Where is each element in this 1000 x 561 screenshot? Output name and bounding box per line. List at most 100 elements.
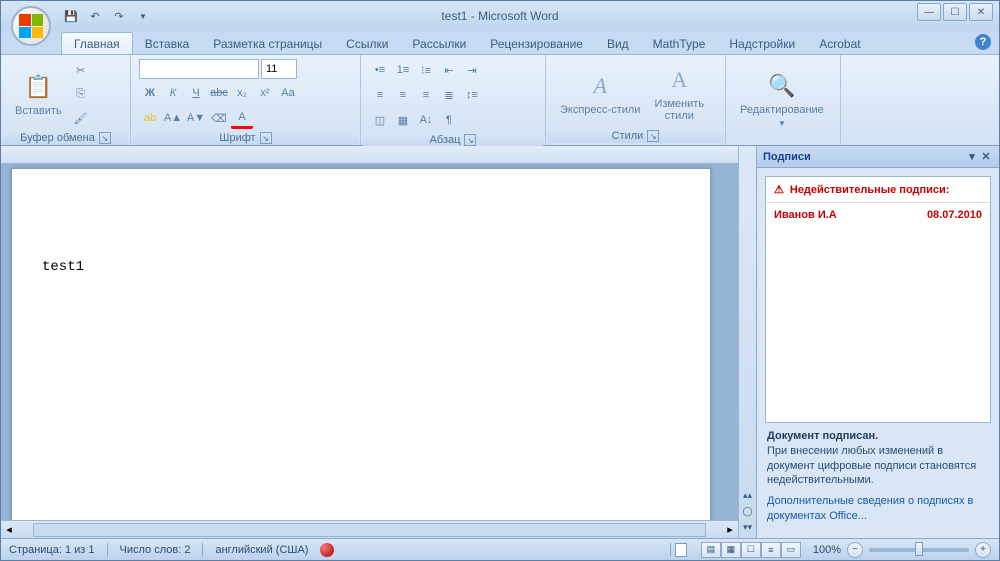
- align-right-icon[interactable]: ≡: [415, 84, 437, 106]
- zoom-control: 100% − +: [813, 542, 991, 558]
- numbering-icon[interactable]: 1≡: [392, 59, 414, 81]
- indent-inc-icon[interactable]: ⇥: [461, 59, 483, 81]
- document-signed-msg: Документ подписан.: [767, 429, 989, 444]
- signature-row[interactable]: Иванов И.А 08.07.2010: [766, 203, 990, 227]
- zoom-value[interactable]: 100%: [813, 544, 841, 556]
- paragraph-launcher[interactable]: ↘: [464, 134, 476, 146]
- superscript-icon[interactable]: x²: [254, 82, 276, 104]
- zoom-out-button[interactable]: −: [847, 542, 863, 558]
- help-icon[interactable]: ?: [975, 34, 991, 50]
- paste-button[interactable]: 📋 Вставить: [9, 69, 68, 119]
- clipboard-icon: 📋: [22, 71, 54, 103]
- font-size-input[interactable]: [261, 59, 297, 79]
- office-logo-icon: [19, 14, 43, 38]
- bullets-icon[interactable]: •≡: [369, 59, 391, 81]
- office-button[interactable]: [11, 6, 51, 46]
- quick-styles-button[interactable]: A Экспресс-стили: [554, 68, 646, 118]
- cut-icon[interactable]: ✂: [70, 59, 92, 81]
- group-font-label: Шрифт: [219, 132, 255, 144]
- bold-icon[interactable]: Ж: [139, 82, 161, 104]
- tab-view[interactable]: Вид: [595, 33, 641, 54]
- indent-dec-icon[interactable]: ⇤: [438, 59, 460, 81]
- multilevel-icon[interactable]: ⁝≡: [415, 59, 437, 81]
- tab-pagelayout[interactable]: Разметка страницы: [201, 33, 334, 54]
- align-center-icon[interactable]: ≡: [392, 84, 414, 106]
- change-case-icon[interactable]: Aa: [277, 82, 299, 104]
- web-view-icon[interactable]: ☐: [741, 542, 761, 558]
- underline-icon[interactable]: Ч: [185, 82, 207, 104]
- taskpane-menu-icon[interactable]: ▾: [965, 150, 979, 163]
- font-launcher[interactable]: ↘: [260, 132, 272, 144]
- draft-view-icon[interactable]: ▭: [781, 542, 801, 558]
- taskpane-close-icon[interactable]: ✕: [979, 150, 993, 163]
- tab-review[interactable]: Рецензирование: [478, 33, 595, 54]
- format-painter-icon[interactable]: 🖌: [70, 107, 92, 129]
- sort-icon[interactable]: A↓: [415, 109, 437, 131]
- view-buttons: ▤ ▦ ☐ ≡ ▭: [701, 542, 801, 558]
- maximize-button[interactable]: ☐: [943, 3, 967, 21]
- clipboard-launcher[interactable]: ↘: [99, 132, 111, 144]
- document-area: test1 ◂ ▸: [1, 146, 738, 538]
- redo-icon[interactable]: ↷: [109, 6, 129, 26]
- clear-format-icon[interactable]: ⌫: [208, 107, 230, 129]
- tab-insert[interactable]: Вставка: [133, 33, 202, 54]
- strike-icon[interactable]: abc: [208, 82, 230, 104]
- horizontal-ruler[interactable]: [1, 146, 738, 164]
- print-layout-view-icon[interactable]: ▤: [701, 542, 721, 558]
- status-word-count[interactable]: Число слов: 2: [120, 544, 191, 556]
- document-text[interactable]: test1: [12, 169, 710, 365]
- font-color-icon[interactable]: A: [231, 107, 253, 129]
- change-styles-button[interactable]: A Изменить стили: [648, 62, 710, 124]
- outline-view-icon[interactable]: ≡: [761, 542, 781, 558]
- italic-icon[interactable]: К: [162, 82, 184, 104]
- zoom-thumb[interactable]: [915, 542, 923, 556]
- tab-home[interactable]: Главная: [61, 32, 133, 54]
- zoom-in-button[interactable]: +: [975, 542, 991, 558]
- shading-icon[interactable]: ◫: [369, 109, 391, 131]
- binoculars-icon: 🔍: [766, 70, 798, 102]
- browse-object-icon[interactable]: ◯: [741, 504, 755, 518]
- align-left-icon[interactable]: ≡: [369, 84, 391, 106]
- status-language[interactable]: английский (США): [215, 544, 308, 556]
- insert-mode-icon[interactable]: [670, 543, 689, 556]
- line-spacing-icon[interactable]: ↕≡: [461, 84, 483, 106]
- tab-references[interactable]: Ссылки: [334, 33, 400, 54]
- group-clipboard-label: Буфер обмена: [20, 132, 95, 144]
- page-viewport[interactable]: test1: [1, 164, 738, 520]
- undo-icon[interactable]: ↶: [85, 6, 105, 26]
- horizontal-scrollbar[interactable]: ◂ ▸: [1, 520, 738, 538]
- signature-badge-icon[interactable]: [320, 543, 334, 557]
- status-page[interactable]: Страница: 1 из 1: [9, 544, 95, 556]
- copy-icon[interactable]: ⎘: [70, 83, 92, 105]
- tab-addins[interactable]: Надстройки: [717, 33, 807, 54]
- vertical-nav: ▴▴ ◯ ▾▾: [738, 146, 756, 538]
- document-page[interactable]: test1: [11, 168, 711, 520]
- signature-date: 08.07.2010: [927, 209, 982, 221]
- editing-button[interactable]: 🔍 Редактирование ▼: [734, 68, 830, 129]
- justify-icon[interactable]: ≣: [438, 84, 460, 106]
- highlight-icon[interactable]: ab: [139, 107, 161, 129]
- font-name-input[interactable]: [139, 59, 259, 79]
- group-paragraph-label: Абзац: [430, 134, 461, 146]
- shrink-font-icon[interactable]: A▼: [185, 107, 207, 129]
- save-icon[interactable]: 💾: [61, 6, 81, 26]
- fullscreen-view-icon[interactable]: ▦: [721, 542, 741, 558]
- styles-launcher[interactable]: ↘: [647, 130, 659, 142]
- signatures-list: ⚠ Недействительные подписи: Иванов И.А 0…: [765, 176, 991, 423]
- close-button[interactable]: ✕: [969, 3, 993, 21]
- next-page-icon[interactable]: ▾▾: [741, 520, 755, 534]
- status-bar: Страница: 1 из 1 Число слов: 2 английски…: [1, 538, 999, 560]
- minimize-button[interactable]: —: [917, 3, 941, 21]
- grow-font-icon[interactable]: A▲: [162, 107, 184, 129]
- zoom-slider[interactable]: [869, 548, 969, 552]
- signatures-help-link[interactable]: Дополнительные сведения о подписях в док…: [767, 494, 989, 524]
- prev-page-icon[interactable]: ▴▴: [741, 488, 755, 502]
- tab-mailings[interactable]: Рассылки: [400, 33, 478, 54]
- borders-icon[interactable]: ▦: [392, 109, 414, 131]
- qat-customize-icon[interactable]: ▼: [133, 6, 153, 26]
- show-marks-icon[interactable]: ¶: [438, 109, 460, 131]
- subscript-icon[interactable]: x₂: [231, 82, 253, 104]
- window-title: test1 - Microsoft Word: [441, 9, 558, 23]
- tab-mathtype[interactable]: MathType: [641, 33, 718, 54]
- tab-acrobat[interactable]: Acrobat: [807, 33, 872, 54]
